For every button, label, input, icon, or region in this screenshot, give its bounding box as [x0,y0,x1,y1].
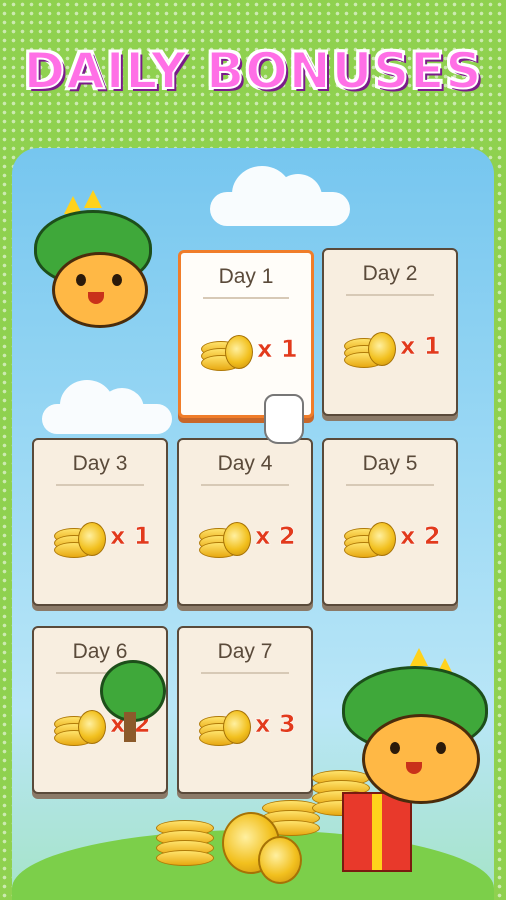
gold-coin-stack-icon [54,518,106,558]
coin-stack-decoration [156,850,214,866]
day-label: Day 6 [72,640,128,663]
divider [56,484,144,486]
hood-spike [84,190,102,208]
eye [112,274,122,286]
eye [76,274,86,286]
gold-coin-stack-icon [344,328,396,368]
reward-multiplier: x 3 [255,710,296,739]
day-card-2[interactable]: Day 2 x 1 [322,248,458,416]
cloud-decoration [42,380,172,434]
day-card-7[interactable]: Day 7 x 3 [177,626,313,794]
hood-spike [410,648,428,666]
day-label: Day 1 [218,265,274,288]
divider [346,294,434,296]
divider [346,484,434,486]
cat-face [362,714,480,804]
day-label: Day 4 [217,452,273,475]
gold-coin-stack-icon [199,706,251,746]
cat-face [52,252,148,328]
gold-coin-stack-icon [54,706,106,746]
reward-multiplier: x 2 [400,522,441,551]
day-label: Day 5 [362,452,418,475]
page-title: DAILY BONUSES [23,41,483,101]
day-label: Day 2 [362,262,418,285]
day-card-3[interactable]: Day 3 x 1 [32,438,168,606]
divider [201,484,289,486]
dino-cat-mascot [336,648,496,808]
gold-coin-stack-icon [344,518,396,558]
dino-cat-mascot [26,190,176,346]
eye [390,742,400,754]
day-label: Day 3 [72,452,128,475]
reward-multiplier: x 1 [400,332,441,361]
reward-multiplier: x 1 [257,335,298,364]
cloud-decoration [210,166,350,226]
gold-coin-icon [258,836,302,884]
gold-coin-stack-icon [199,518,251,558]
day-card-4[interactable]: Day 4 x 2 [177,438,313,606]
day-label: Day 7 [217,640,273,663]
divider [203,297,289,299]
reward-multiplier: x 1 [110,522,151,551]
reward-multiplier: x 2 [255,522,296,551]
gold-coin-stack-icon [201,331,253,371]
tree-trunk [124,712,136,742]
day-card-1[interactable]: Day 1 x 1 [178,250,314,418]
divider [201,672,289,674]
pointing-hand-icon [264,394,304,444]
eye [436,742,446,754]
day-card-5[interactable]: Day 5 x 2 [322,438,458,606]
